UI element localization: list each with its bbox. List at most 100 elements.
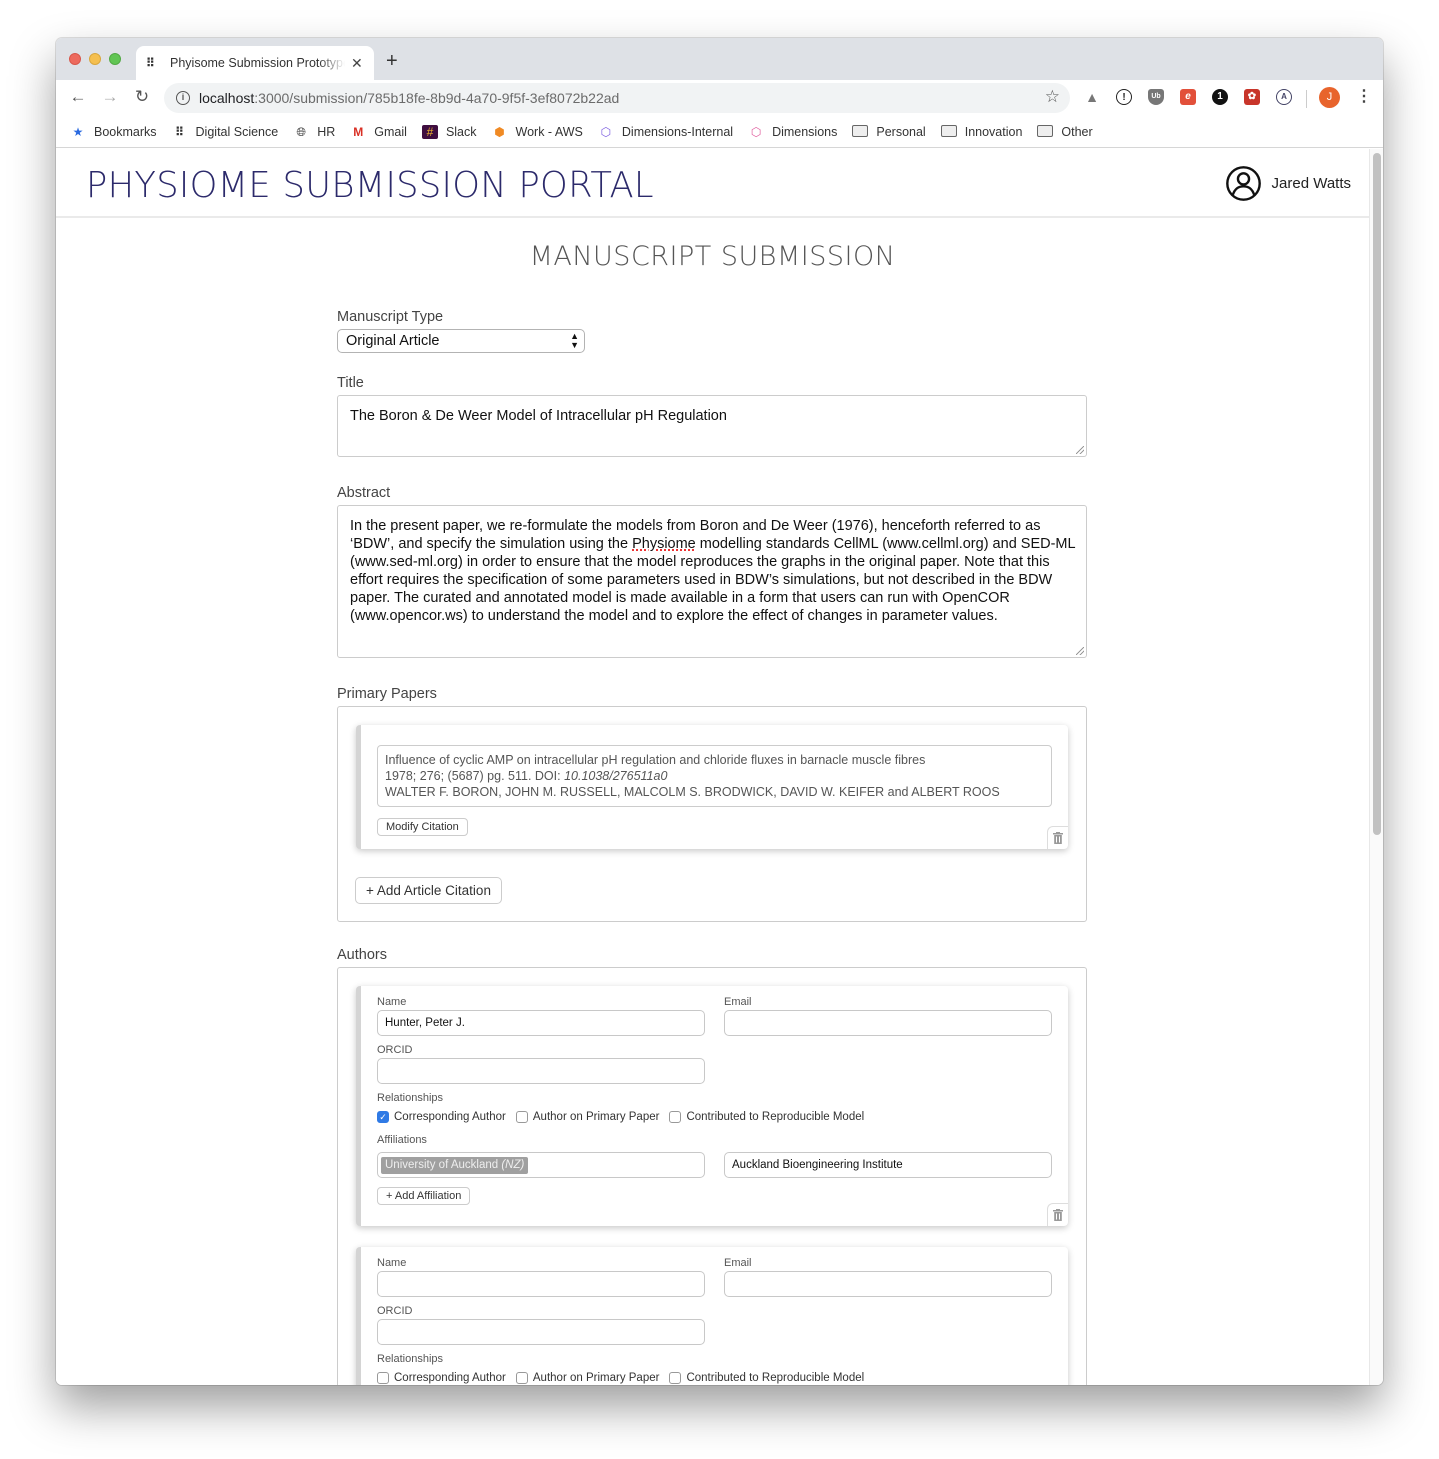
checkbox-label: Corresponding Author (394, 1372, 506, 1384)
user-menu[interactable]: Jared Watts (1225, 165, 1351, 202)
url-path: :3000/submission/785b18fe-8b9d-4a70-9f5f… (254, 90, 620, 106)
checkbox-label: Corresponding Author (394, 1111, 506, 1123)
bookmark-hr[interactable]: 🌐︎ HR (293, 125, 335, 139)
manuscript-type-select[interactable]: Original Article ▲ ▼ (337, 329, 585, 353)
minimize-window-button[interactable] (89, 53, 101, 65)
app-header: PHYSIOME SUBMISSION PORTAL Jared Watts (56, 149, 1369, 218)
affiliation-country: (NZ) (501, 1159, 525, 1171)
bookmark-gmail[interactable]: M Gmail (350, 125, 407, 139)
bookmark-folder-personal[interactable]: Personal (852, 124, 926, 139)
author-name-input[interactable]: Hunter, Peter J. (377, 1010, 705, 1036)
google-drive-icon[interactable]: ▲ (1084, 89, 1100, 105)
contributed-to-model-checkbox[interactable] (669, 1372, 682, 1384)
author-orcid-input[interactable] (377, 1319, 705, 1345)
maximize-window-button[interactable] (109, 53, 121, 65)
corresponding-author-checkbox[interactable]: ✓ (377, 1111, 389, 1123)
abstract-label: Abstract (337, 485, 391, 501)
add-article-citation-button[interactable]: + Add Article Citation (355, 877, 502, 904)
info-icon[interactable]: i (176, 91, 190, 105)
bookmark-label: Gmail (374, 124, 407, 139)
bookmark-folder-innovation[interactable]: Innovation (940, 124, 1023, 139)
scrollbar-thumb[interactable] (1373, 153, 1381, 835)
author-name-input[interactable] (377, 1271, 705, 1297)
affiliation-org-input[interactable]: University of Auckland (NZ) (377, 1152, 705, 1178)
delete-citation-button[interactable] (1047, 826, 1068, 849)
relationships-checkboxes: ✓ Corresponding Author Author on Primary … (377, 1111, 864, 1123)
primary-papers-label: Primary Papers (337, 686, 437, 702)
resize-handle[interactable] (1076, 446, 1084, 454)
title-label: Title (337, 375, 364, 391)
bookmark-label: Innovation (964, 124, 1023, 139)
close-window-button[interactable] (69, 53, 81, 65)
affiliation-org-chip[interactable]: University of Auckland (NZ) (381, 1157, 529, 1174)
a-extension-icon[interactable]: A (1276, 89, 1292, 105)
author-email-input[interactable] (724, 1271, 1052, 1297)
back-button[interactable]: ← (68, 87, 88, 107)
browser-toolbar: ← → ↻ i localhost:3000/submission/785b18… (56, 80, 1383, 116)
title-value: The Boron & De Weer Model of Intracellul… (350, 408, 727, 424)
resize-handle[interactable] (1076, 647, 1084, 655)
bookmark-dimensions[interactable]: ⬡ Dimensions (748, 124, 838, 139)
authors-label: Authors (337, 947, 387, 963)
affiliation-org-name: University of Auckland (385, 1159, 499, 1171)
author-email-input[interactable] (724, 1010, 1052, 1036)
ublock-icon[interactable]: Ub (1148, 89, 1164, 105)
password-manager-icon[interactable]: ! (1116, 89, 1132, 105)
new-tab-button[interactable]: + (386, 50, 398, 73)
submission-form: Manuscript Type Original Article ▲ ▼ Titl… (337, 309, 1087, 1385)
citation-title: Influence of cyclic AMP on intracellular… (385, 753, 926, 767)
email-label: Email (724, 1257, 752, 1269)
browser-menu-icon[interactable]: ⋮ (1356, 86, 1372, 106)
author-on-primary-paper-checkbox[interactable] (515, 1111, 528, 1123)
title-textarea[interactable]: The Boron & De Weer Model of Intracellul… (337, 395, 1087, 457)
toolbar-separator (1306, 90, 1307, 108)
onepassword-icon[interactable]: 1 (1212, 89, 1228, 105)
dimensions-icon: ⬡ (750, 124, 762, 139)
evernote-e-icon[interactable]: e (1180, 89, 1196, 105)
browser-tab[interactable]: ⠿ Phyisome Submission Prototype ✕ (136, 46, 374, 80)
name-label: Name (377, 996, 407, 1008)
bookmark-label: Personal (876, 124, 926, 139)
profile-avatar[interactable]: J (1319, 87, 1340, 108)
address-bar[interactable]: i localhost:3000/submission/785b18fe-8b9… (164, 83, 1070, 113)
citation-details: 1978; 276; (5687) pg. 511. DOI: 10.1038/… (385, 768, 1044, 784)
bookmark-digital-science[interactable]: ⠿ Digital Science (172, 125, 278, 139)
folder-icon (852, 124, 869, 139)
abstract-textarea[interactable]: In the present paper, we re-formulate th… (337, 505, 1087, 658)
bookmark-label: HR (317, 124, 336, 139)
citation-details-text: 1978; 276; (5687) pg. 511. DOI: (385, 769, 565, 783)
bookmark-slack[interactable]: # Slack (421, 124, 477, 139)
add-affiliation-button[interactable]: + Add Affiliation (377, 1187, 471, 1205)
user-name: Jared Watts (1271, 175, 1351, 192)
email-label: Email (724, 996, 752, 1008)
select-arrows-icon: ▲ ▼ (570, 331, 579, 350)
user-avatar-icon (1225, 166, 1261, 201)
bookmark-work-aws[interactable]: ⬢ Work - AWS (492, 125, 583, 139)
bookmark-star-icon[interactable]: ☆ (1045, 87, 1060, 107)
author-orcid-input[interactable] (377, 1058, 705, 1084)
bookmark-dimensions-internal[interactable]: ⬡ Dimensions-Internal (598, 125, 733, 139)
affiliations-label: Affiliations (377, 1134, 427, 1146)
bookmark-label: Slack (445, 124, 477, 139)
reload-button[interactable]: ↻ (132, 87, 152, 107)
citation-doi[interactable]: 10.1038/276511a0 (564, 769, 667, 783)
bug-extension-icon[interactable]: ✿ (1244, 89, 1260, 105)
affiliation-dept-input[interactable]: Auckland Bioengineering Institute (724, 1152, 1052, 1178)
portal-title[interactable]: PHYSIOME SUBMISSION PORTAL (86, 165, 654, 206)
bookmark-label: Work - AWS (515, 124, 583, 139)
close-tab-icon[interactable]: ✕ (351, 55, 363, 72)
bookmark-label: Other (1061, 124, 1093, 139)
contributed-to-model-checkbox[interactable] (669, 1111, 682, 1123)
modify-citation-button[interactable]: Modify Citation (377, 818, 468, 836)
delete-author-button[interactable] (1047, 1203, 1068, 1226)
bookmark-bookmarks[interactable]: ★ Bookmarks (70, 125, 157, 139)
corresponding-author-checkbox[interactable] (377, 1372, 389, 1384)
author-on-primary-paper-checkbox[interactable] (515, 1372, 528, 1384)
authors-section: Name Hunter, Peter J. Email ORCID Relati… (337, 967, 1087, 1385)
author-card: Name Hunter, Peter J. Email ORCID Relati… (356, 986, 1068, 1226)
forward-button[interactable]: → (100, 87, 120, 107)
page-scrollbar[interactable] (1369, 149, 1383, 1385)
page-heading: MANUSCRIPT SUBMISSION (529, 241, 896, 272)
bookmark-folder-other[interactable]: Other (1037, 124, 1093, 139)
relationships-checkboxes: Corresponding Author Author on Primary P… (377, 1372, 864, 1384)
